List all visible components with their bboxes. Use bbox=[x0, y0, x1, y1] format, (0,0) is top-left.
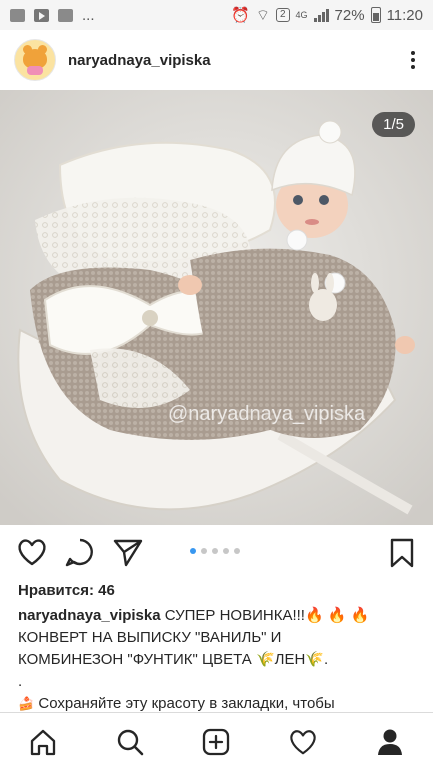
carousel-indicator bbox=[190, 548, 240, 554]
carousel-dot bbox=[234, 548, 240, 554]
carousel-dot bbox=[190, 548, 196, 554]
heart-icon[interactable] bbox=[16, 537, 48, 567]
battery-percent: 72% bbox=[334, 6, 365, 24]
nav-activity[interactable] bbox=[283, 722, 323, 762]
activity-heart-icon bbox=[290, 730, 316, 755]
search-icon bbox=[117, 729, 144, 756]
alarm-icon: ⏰ bbox=[231, 7, 250, 24]
post-username[interactable]: naryadnaya_vipiska bbox=[68, 52, 211, 69]
bottom-navigation bbox=[0, 712, 433, 771]
caption-line2: КОНВЕРТ НА ВЫПИСКУ "ВАНИЛЬ" И bbox=[18, 629, 282, 646]
cake-icon: 🍰 bbox=[18, 696, 35, 711]
grain-icon: 🌾 bbox=[305, 651, 325, 668]
status-overflow: ... bbox=[82, 6, 95, 24]
avatar[interactable] bbox=[14, 39, 56, 81]
post-header: naryadnaya_vipiska bbox=[0, 30, 433, 90]
signal-icon bbox=[313, 8, 329, 22]
home-icon bbox=[31, 729, 56, 756]
fire-icon: 🔥 🔥 🔥 bbox=[304, 607, 370, 624]
caption-line1: СУПЕР НОВИНКА!!! bbox=[164, 607, 305, 624]
clock: 11:20 bbox=[386, 6, 423, 24]
more-options-icon[interactable] bbox=[411, 51, 415, 69]
likes-count[interactable]: Нравится: 46 bbox=[18, 582, 115, 599]
send-icon[interactable] bbox=[112, 537, 144, 567]
caption-line5: Сохраняйте эту красоту в закладки, чтобы bbox=[38, 695, 335, 712]
caption-line3a: КОМБИНЕЗОН "ФУНТИК" ЦВЕТА bbox=[18, 651, 256, 668]
nav-profile[interactable] bbox=[370, 722, 410, 762]
image-watermark: @naryadnaya_vipiska bbox=[168, 403, 366, 425]
nav-add-post[interactable] bbox=[196, 722, 236, 762]
baby-photo: @naryadnaya_vipiska bbox=[0, 90, 433, 525]
status-bar: ... ⏰ ⌔ 2 4G 72% 11:20 bbox=[0, 0, 433, 30]
sim-badge: 2 bbox=[275, 8, 290, 22]
image-counter: 1/5 bbox=[372, 112, 415, 137]
post-caption: naryadnaya_vipiska СУПЕР НОВИНКА!!!🔥 🔥 🔥… bbox=[18, 605, 423, 715]
caption-line4: . bbox=[18, 673, 23, 690]
network-type: 4G bbox=[295, 10, 308, 20]
carousel-dot bbox=[212, 548, 218, 554]
nav-search[interactable] bbox=[110, 722, 150, 762]
grain-icon: 🌾 bbox=[255, 651, 275, 668]
bookmark-icon[interactable] bbox=[388, 537, 416, 569]
battery-icon bbox=[370, 7, 381, 23]
add-post-icon bbox=[203, 728, 230, 756]
notification-icon bbox=[58, 8, 73, 22]
post-image[interactable]: @naryadnaya_vipiska 1/5 bbox=[0, 90, 433, 525]
youtube-icon bbox=[34, 8, 49, 22]
wifi-icon: ⌔ bbox=[255, 6, 270, 24]
carousel-dot bbox=[201, 548, 207, 554]
carousel-dot bbox=[223, 548, 229, 554]
gallery-icon bbox=[10, 8, 25, 22]
comment-icon[interactable] bbox=[64, 537, 96, 567]
caption-username[interactable]: naryadnaya_vipiska bbox=[18, 607, 161, 624]
caption-line3b: ЛЕН bbox=[274, 651, 306, 668]
nav-home[interactable] bbox=[23, 722, 63, 762]
profile-icon bbox=[377, 729, 402, 755]
